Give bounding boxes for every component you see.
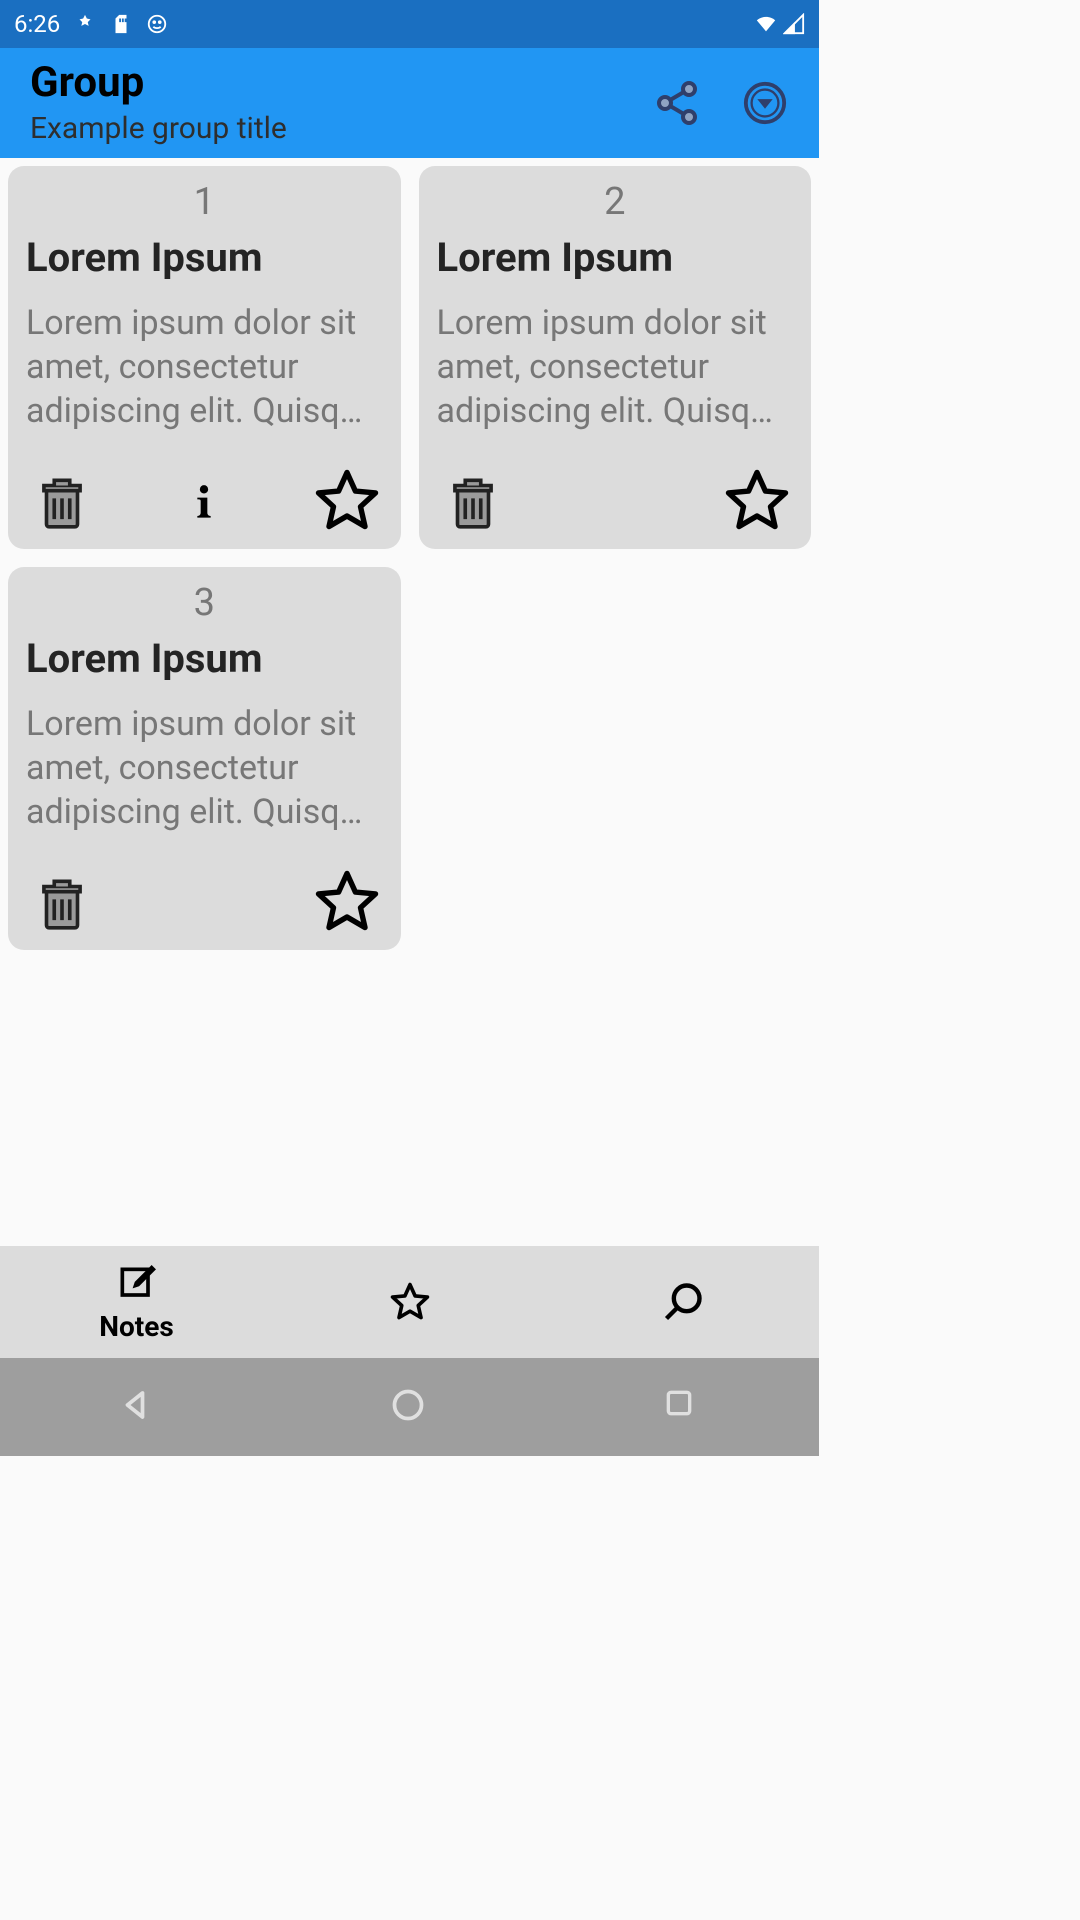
app-bar-titles: Group Example group title [30,60,287,145]
tab-favorites[interactable] [273,1246,546,1358]
card-title: Lorem Ipsum [26,234,383,281]
bottom-tabs: Notes [0,1246,819,1358]
card-actions [26,866,383,938]
status-bar: 6:26 [0,0,819,48]
trash-icon[interactable] [26,465,98,537]
tab-search[interactable] [546,1246,819,1358]
card-number: 1 [26,180,383,224]
signal-icon [783,13,805,35]
page-subtitle: Example group title [30,111,287,146]
home-button[interactable] [390,1387,430,1427]
app-bar-actions [653,79,789,127]
card-title: Lorem Ipsum [437,234,794,281]
sd-card-icon [110,13,132,35]
card-actions [26,465,383,537]
card-body: Lorem ipsum dolor sit amet, consectetur … [26,702,383,842]
star-icon [388,1280,432,1324]
wifi-icon [755,13,777,35]
badge-icon [74,13,96,35]
note-card[interactable]: 3 Lorem Ipsum Lorem ipsum dolor sit amet… [8,567,401,950]
star-icon[interactable] [311,866,383,938]
search-icon [661,1280,705,1324]
cards-grid: 1 Lorem Ipsum Lorem ipsum dolor sit amet… [0,158,819,1246]
card-actions [437,465,794,537]
card-title: Lorem Ipsum [26,635,383,682]
status-time: 6:26 [14,10,60,38]
dropdown-button[interactable] [741,79,789,127]
card-number: 2 [437,180,794,224]
share-button[interactable] [653,79,701,127]
app-bar: Group Example group title [0,48,819,158]
compose-icon [115,1262,159,1306]
page-title: Group [30,60,287,106]
card-body: Lorem ipsum dolor sit amet, consectetur … [437,301,794,441]
info-icon[interactable] [168,465,240,537]
note-card[interactable]: 2 Lorem Ipsum Lorem ipsum dolor sit amet… [419,166,812,549]
recent-button[interactable] [663,1387,703,1427]
note-card[interactable]: 1 Lorem Ipsum Lorem ipsum dolor sit amet… [8,166,401,549]
star-icon[interactable] [311,465,383,537]
star-icon[interactable] [721,465,793,537]
card-body: Lorem ipsum dolor sit amet, consectetur … [26,301,383,441]
trash-icon[interactable] [26,866,98,938]
status-right [755,13,805,35]
card-number: 3 [26,581,383,625]
android-nav-bar [0,1358,819,1456]
trash-icon[interactable] [437,465,509,537]
face-icon [146,13,168,35]
back-button[interactable] [117,1387,157,1427]
status-left: 6:26 [14,10,168,38]
tab-label: Notes [99,1310,174,1343]
tab-notes[interactable]: Notes [0,1246,273,1358]
